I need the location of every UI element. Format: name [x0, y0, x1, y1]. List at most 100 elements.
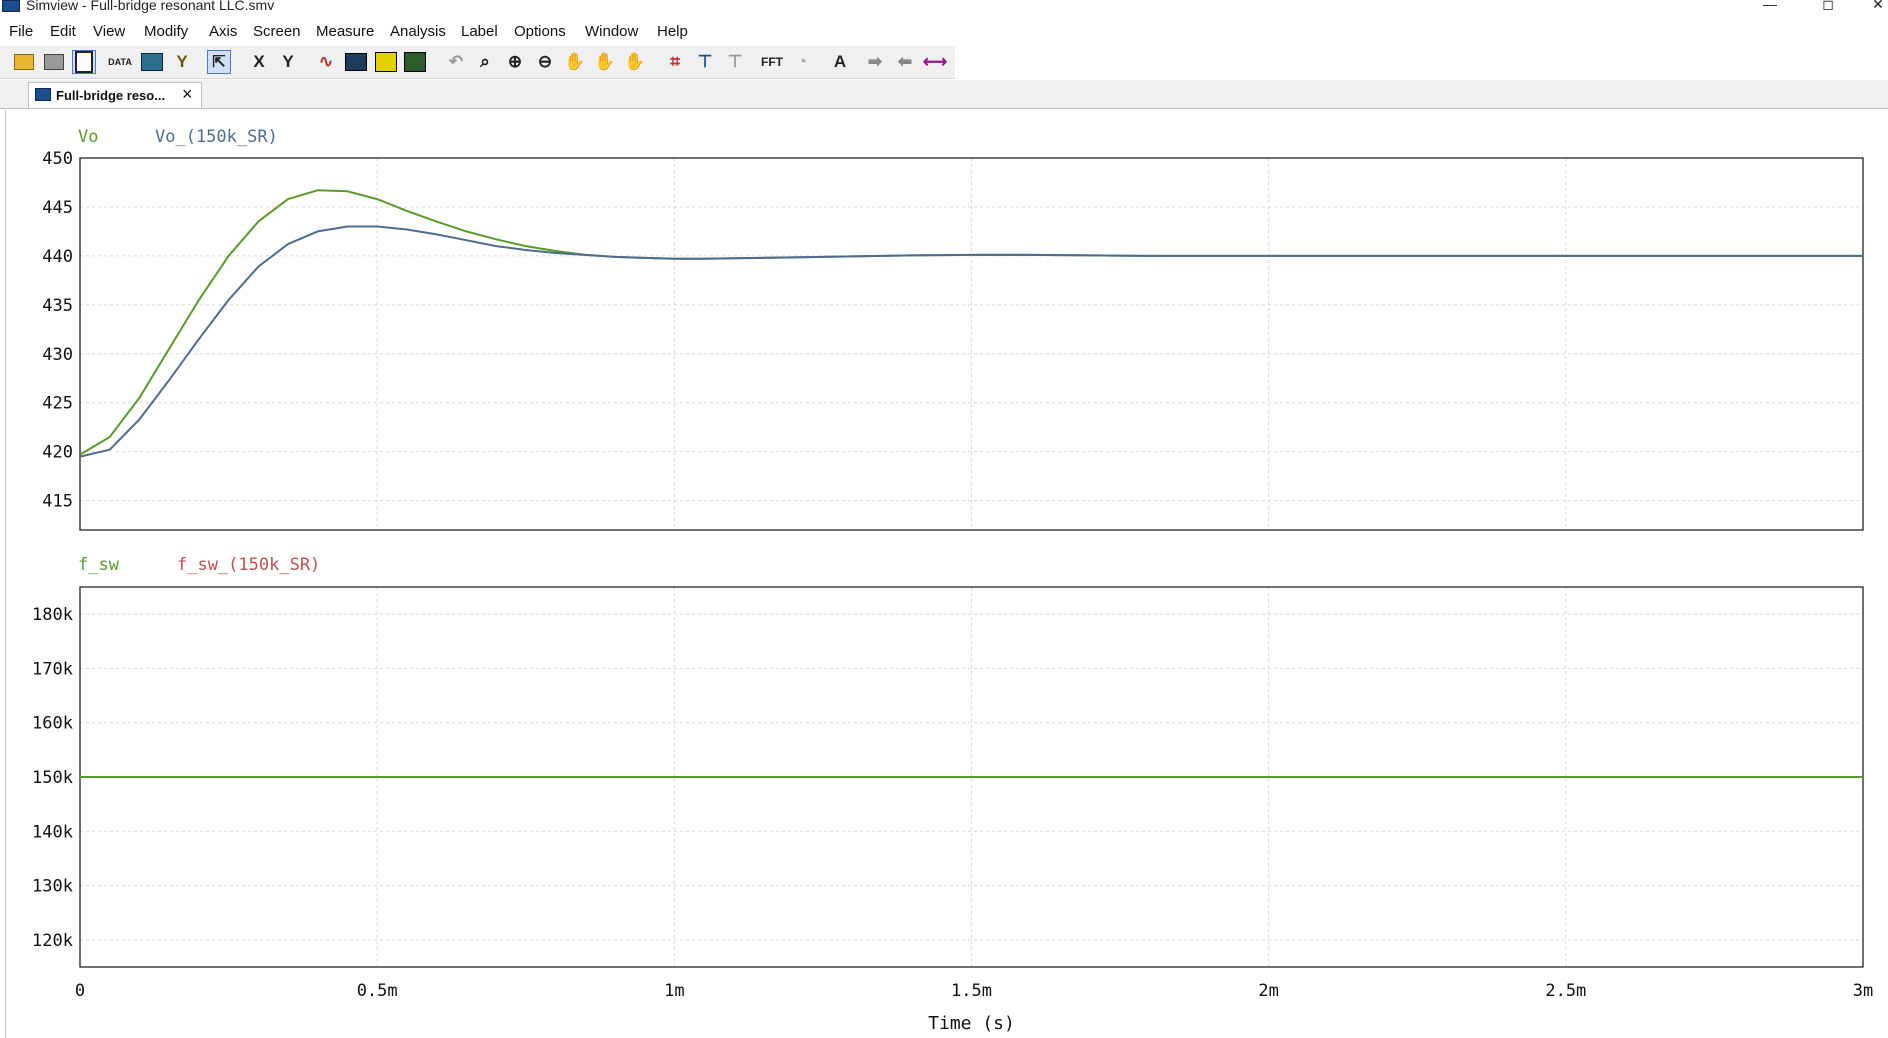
x-tick-label: 1.5m [951, 981, 992, 1001]
fft-button[interactable]: FFT [756, 50, 788, 74]
tab-close-button[interactable]: × [182, 84, 193, 105]
min-max-button[interactable] [344, 50, 368, 74]
menu-options[interactable]: Options [514, 23, 566, 40]
menu-measure[interactable]: Measure [316, 23, 374, 40]
y-tick-label: 140k [32, 822, 73, 842]
undo-button[interactable]: ↶ [444, 50, 468, 74]
close-button[interactable]: ✕ [1858, 0, 1888, 13]
toolbar: DATA Y ⇱ X Y ∿ ↶ ⌕ ⊕ ⊖ ✋ ✋ ✋ ⌗ ⊤ ⊤ FFT ◔… [0, 46, 955, 79]
document-tab-strip: Full-bridge reso... × [0, 80, 1888, 109]
arrow-both-icon: ⟷ [922, 52, 948, 71]
menu-window[interactable]: Window [585, 23, 638, 40]
print-button[interactable] [42, 50, 66, 74]
x-axis-button[interactable]: X [247, 50, 271, 74]
minimize-button[interactable]: — [1750, 0, 1790, 12]
waveform-icon: ∿ [318, 52, 334, 71]
grid-button[interactable] [374, 50, 398, 74]
waveform-button[interactable]: ∿ [314, 50, 338, 74]
data-icon: DATA [108, 57, 132, 67]
y-tick-label: 430 [42, 345, 73, 365]
maximize-button[interactable]: ◻ [1808, 0, 1848, 13]
y-tick-label: 150k [32, 768, 73, 788]
y-tick-label: 120k [32, 931, 73, 951]
x-tick-label: 0.5m [357, 981, 398, 1001]
y-tick-label: 130k [32, 877, 73, 897]
zoom-in-button[interactable]: ⊕ [503, 50, 527, 74]
arrow-left-icon: ⬅ [897, 52, 913, 71]
menu-help[interactable]: Help [657, 23, 688, 40]
y-tick-label: 450 [42, 149, 73, 169]
arrow-both-button[interactable]: ⟷ [923, 50, 947, 74]
crosshair-icon: ⌗ [670, 52, 680, 71]
arrow-left-button[interactable]: ⬅ [893, 50, 917, 74]
grid-icon [375, 52, 397, 72]
pan-button[interactable]: ✋ [563, 50, 587, 74]
menu-screen[interactable]: Screen [253, 23, 301, 40]
fft-icon: FFT [761, 55, 783, 69]
zoom-icon: ⌕ [480, 52, 490, 71]
select-cursor-button[interactable]: ⇱ [207, 50, 231, 74]
document-tab[interactable]: Full-bridge reso... × [28, 82, 202, 108]
open-icon [14, 54, 34, 70]
clock-button[interactable]: ◔ [790, 50, 814, 74]
menu-view[interactable]: View [93, 23, 125, 40]
menu-analysis[interactable]: Analysis [390, 23, 446, 40]
plot-workarea[interactable]: 450 445 440 435 430 425 420 415 Vo Vo_(150k_SR) 18… [5, 110, 1888, 1038]
copy-button[interactable] [72, 50, 96, 74]
y-axis-icon: Y [176, 52, 188, 71]
add-curve-button[interactable] [140, 50, 164, 74]
y-tick-label: 435 [42, 296, 73, 316]
zoom-button[interactable]: ⌕ [473, 50, 497, 74]
legend-entry: Vo_(150k_SR) [155, 127, 278, 147]
select-cursor-icon: ⇱ [212, 54, 226, 71]
text-icon: A [833, 52, 847, 71]
window-title: Simview - Full-bridge resonant LLC.smv [26, 0, 275, 13]
marker-icon: ⊤ [697, 52, 713, 71]
min-max-icon [345, 53, 367, 71]
x-tick-label: 2.5m [1545, 981, 1586, 1001]
menu-modify[interactable]: Modify [144, 23, 188, 40]
y-tick-label: 180k [32, 605, 73, 625]
y-tick-label: 440 [42, 247, 73, 267]
menu-edit[interactable]: Edit [50, 23, 76, 40]
add-curve-icon [141, 53, 163, 71]
pan-y-button[interactable]: ✋ [623, 50, 647, 74]
zoom-out-icon: ⊖ [537, 52, 553, 71]
pan-x-button[interactable]: ✋ [593, 50, 617, 74]
x-axis-icon: X [253, 52, 265, 71]
marker-off-button[interactable]: ⊤ [723, 50, 747, 74]
x-tick-label: 2m [1258, 981, 1278, 1001]
print-icon [44, 54, 64, 70]
arrow-right-icon: ➡ [867, 52, 883, 71]
pan-y-icon: ✋ [624, 52, 646, 71]
y-tick-label: 160k [32, 714, 73, 734]
y-tick-label: 420 [42, 443, 73, 463]
simview-app-icon [2, 0, 20, 12]
document-tab-label: Full-bridge reso... [56, 88, 166, 103]
y-label-button[interactable]: Y [276, 50, 300, 74]
legend-entry: Vo [78, 127, 98, 147]
x-tick-label: 3m [1853, 981, 1873, 1001]
pan-x-icon: ✋ [594, 52, 616, 71]
plot-canvas[interactable]: 450 445 440 435 430 425 420 415 Vo Vo_(150k_SR) 18… [6, 110, 1888, 1038]
y-tick-label: 415 [42, 492, 73, 512]
menu-file[interactable]: File [9, 23, 33, 40]
y-axis-button[interactable]: Y [170, 50, 194, 74]
open-button[interactable] [12, 50, 36, 74]
arrow-right-button[interactable]: ➡ [863, 50, 887, 74]
y-tick-label: 170k [32, 659, 73, 679]
multi-plot-button[interactable] [403, 50, 427, 74]
marker-button[interactable]: ⊤ [693, 50, 717, 74]
crosshair-button[interactable]: ⌗ [663, 50, 687, 74]
x-axis-label: Time (s) [928, 1013, 1015, 1034]
simview-doc-icon [35, 88, 51, 101]
menu-label[interactable]: Label [461, 23, 498, 40]
marker-off-icon: ⊤ [727, 52, 743, 71]
multi-plot-icon [404, 52, 426, 72]
y-label-icon: Y [282, 52, 294, 71]
data-button[interactable]: DATA [108, 50, 132, 74]
menu-axis[interactable]: Axis [209, 23, 237, 40]
legend-entry: f_sw [78, 555, 120, 575]
text-button[interactable]: A [828, 50, 852, 74]
zoom-out-button[interactable]: ⊖ [533, 50, 557, 74]
